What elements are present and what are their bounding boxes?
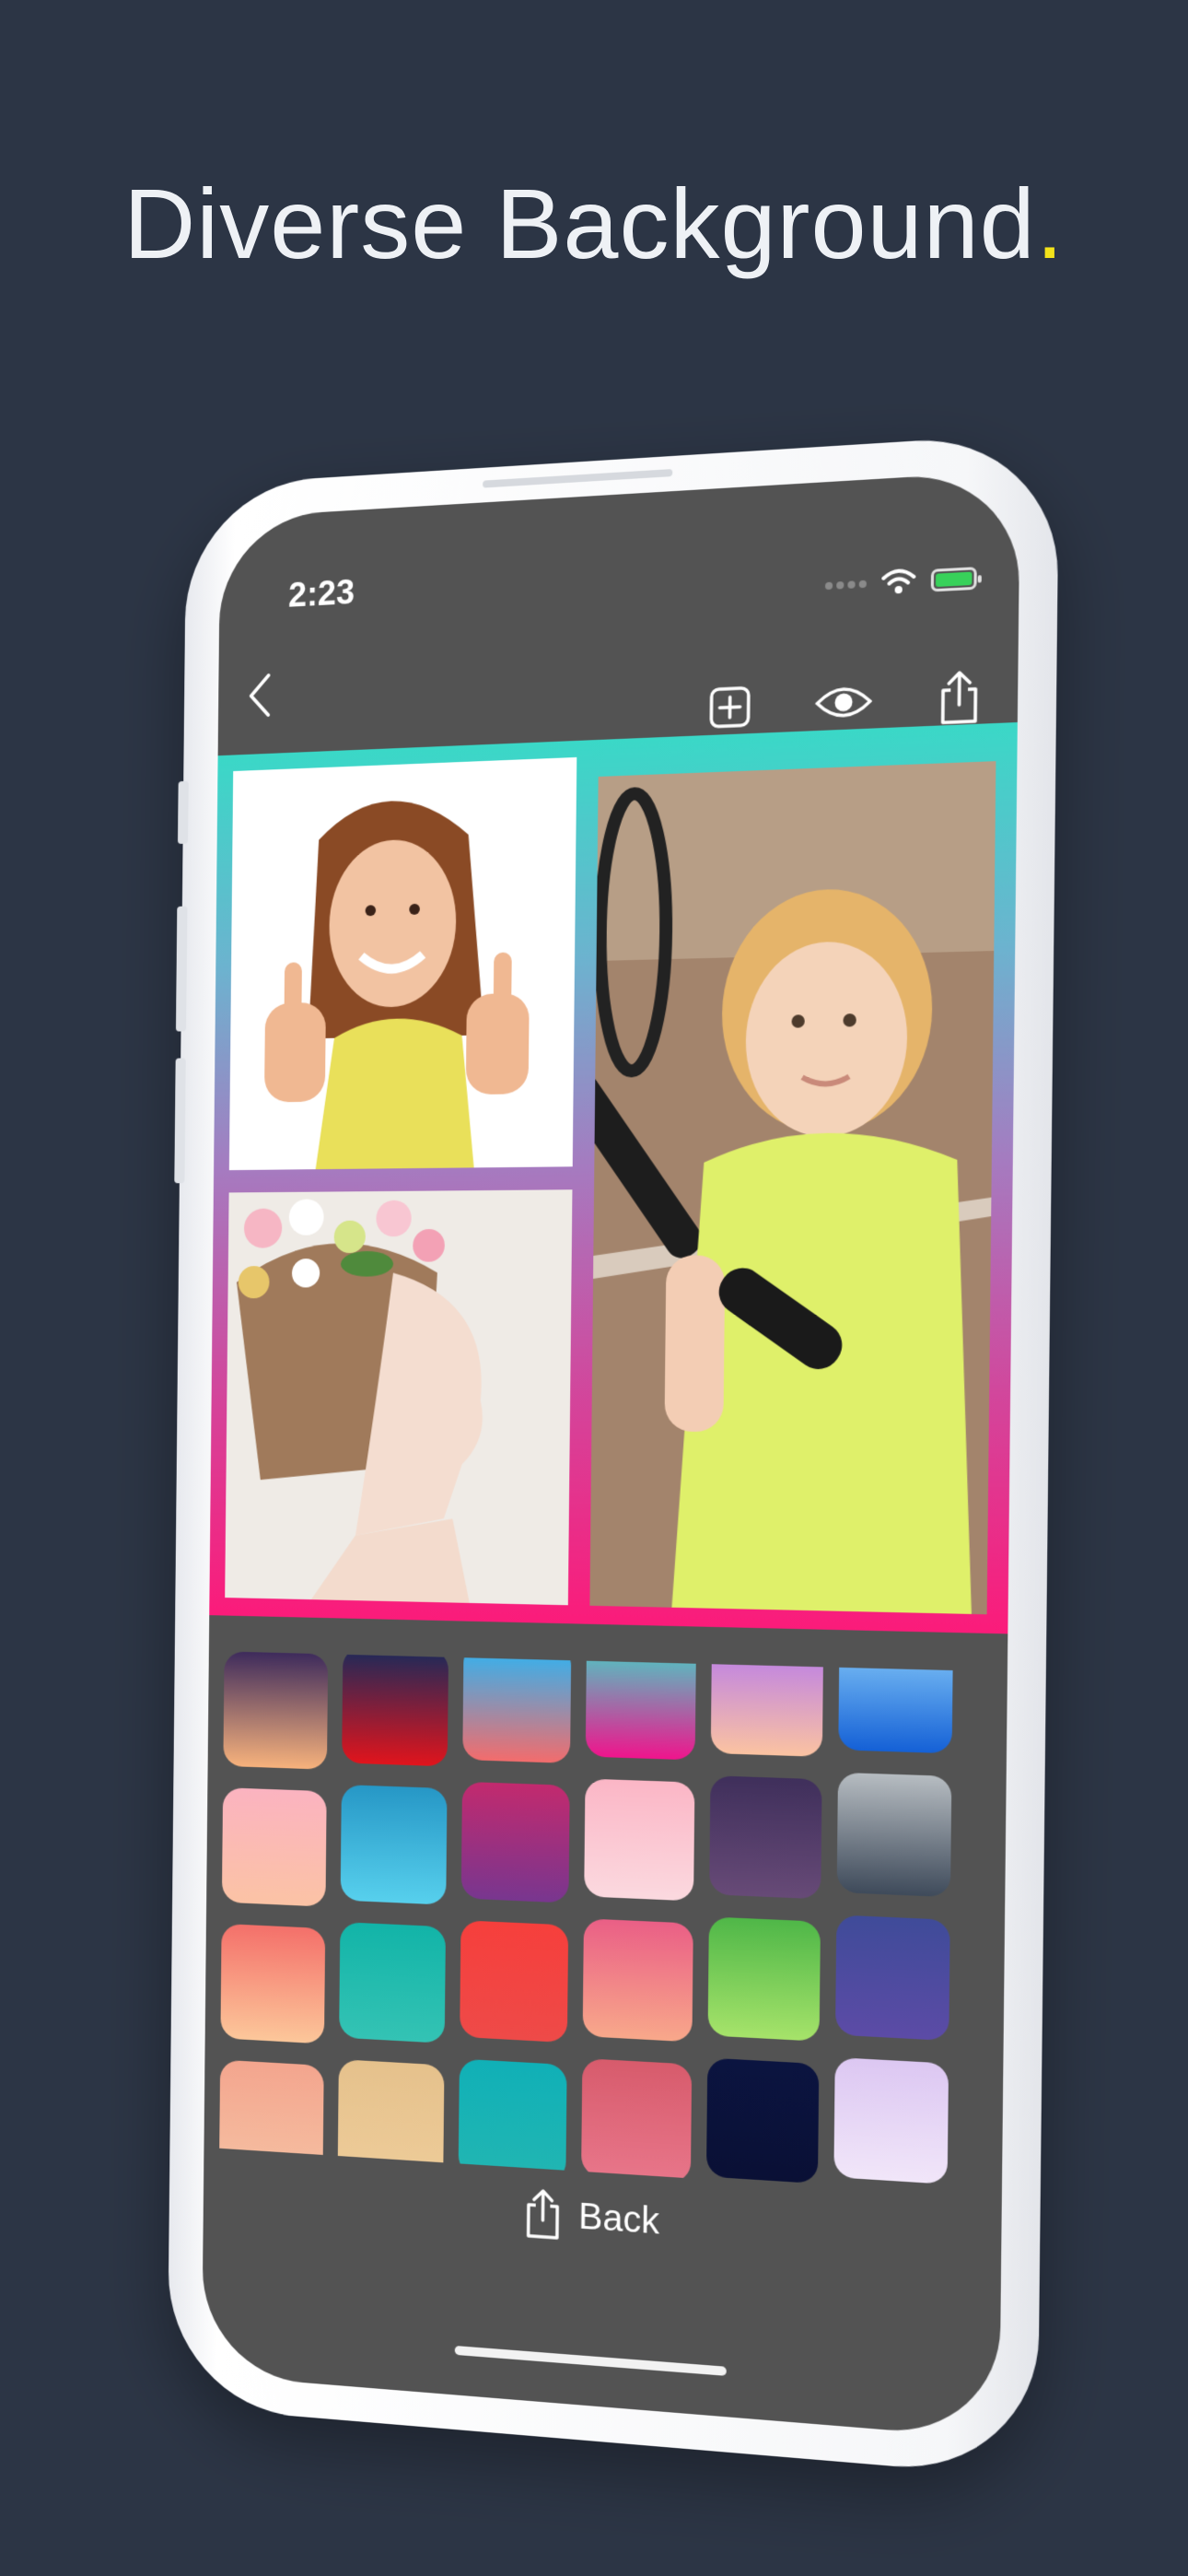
girl-tennis-racket-photo (589, 761, 996, 1615)
app-screen: 2:23 Back (201, 470, 1020, 2440)
background-swatch[interactable] (582, 1918, 693, 2043)
background-swatch[interactable] (220, 1923, 326, 2044)
cellular-signal-icon (824, 580, 867, 591)
background-swatch[interactable] (460, 1781, 570, 1903)
earpiece (483, 469, 673, 488)
preview-button[interactable] (814, 672, 873, 732)
background-swatch[interactable] (221, 1787, 327, 1907)
background-swatch[interactable] (709, 1775, 822, 1900)
background-swatch[interactable] (836, 1772, 952, 1898)
background-swatch[interactable] (584, 1778, 695, 1902)
background-swatch[interactable] (460, 1920, 569, 2043)
volume-down-button (174, 1058, 186, 1184)
background-swatch[interactable] (339, 1922, 447, 2043)
headline-dot: . (1035, 168, 1065, 279)
share-icon (522, 2186, 563, 2242)
background-swatch[interactable] (458, 2058, 567, 2183)
girl-thumbs-up-photo (228, 756, 577, 1171)
background-swatch-palette (219, 1651, 996, 2197)
background-swatch[interactable] (585, 1651, 696, 1761)
add-square-icon (706, 683, 753, 732)
background-swatch[interactable] (581, 2058, 693, 2184)
background-swatch[interactable] (705, 2057, 820, 2184)
woman-flower-crown-photo (225, 1189, 573, 1606)
volume-up-button (175, 906, 188, 1032)
background-swatch[interactable] (219, 2059, 324, 2182)
background-swatch[interactable] (710, 1651, 824, 1757)
battery-charging-icon (930, 567, 977, 592)
status-time: 2:23 (287, 573, 355, 615)
phone-frame: 2:23 Back (167, 431, 1060, 2478)
background-swatch[interactable] (342, 1651, 449, 1767)
phone-mockup: 2:23 Back (167, 431, 1060, 2478)
add-photo-button[interactable] (701, 677, 759, 737)
status-icons (824, 564, 977, 600)
photo-cell-woman-flower-crown[interactable] (225, 1189, 573, 1606)
share-button[interactable] (929, 667, 989, 728)
background-swatch[interactable] (223, 1651, 329, 1770)
eye-icon (814, 680, 873, 724)
back-chevron-icon[interactable] (242, 668, 277, 723)
wifi-icon (879, 568, 917, 594)
background-swatch[interactable] (838, 1651, 954, 1754)
mute-switch (177, 780, 189, 845)
collage-canvas[interactable] (209, 721, 1018, 1634)
headline-text: Diverse Background (123, 168, 1036, 279)
share-icon (935, 668, 984, 727)
background-swatch[interactable] (834, 1914, 950, 2042)
background-swatch[interactable] (833, 2056, 949, 2184)
headline: Diverse Background. (0, 166, 1188, 281)
home-indicator (454, 2345, 727, 2376)
background-swatch[interactable] (462, 1651, 572, 1763)
photo-cell-girl-tennis-racket[interactable] (589, 761, 996, 1615)
background-swatch[interactable] (707, 1916, 821, 2042)
background-swatch[interactable] (340, 1785, 448, 1905)
back-button-label: Back (577, 2195, 660, 2242)
background-swatch[interactable] (337, 2059, 445, 2183)
photo-cell-girl-thumbs-up[interactable] (228, 756, 577, 1171)
